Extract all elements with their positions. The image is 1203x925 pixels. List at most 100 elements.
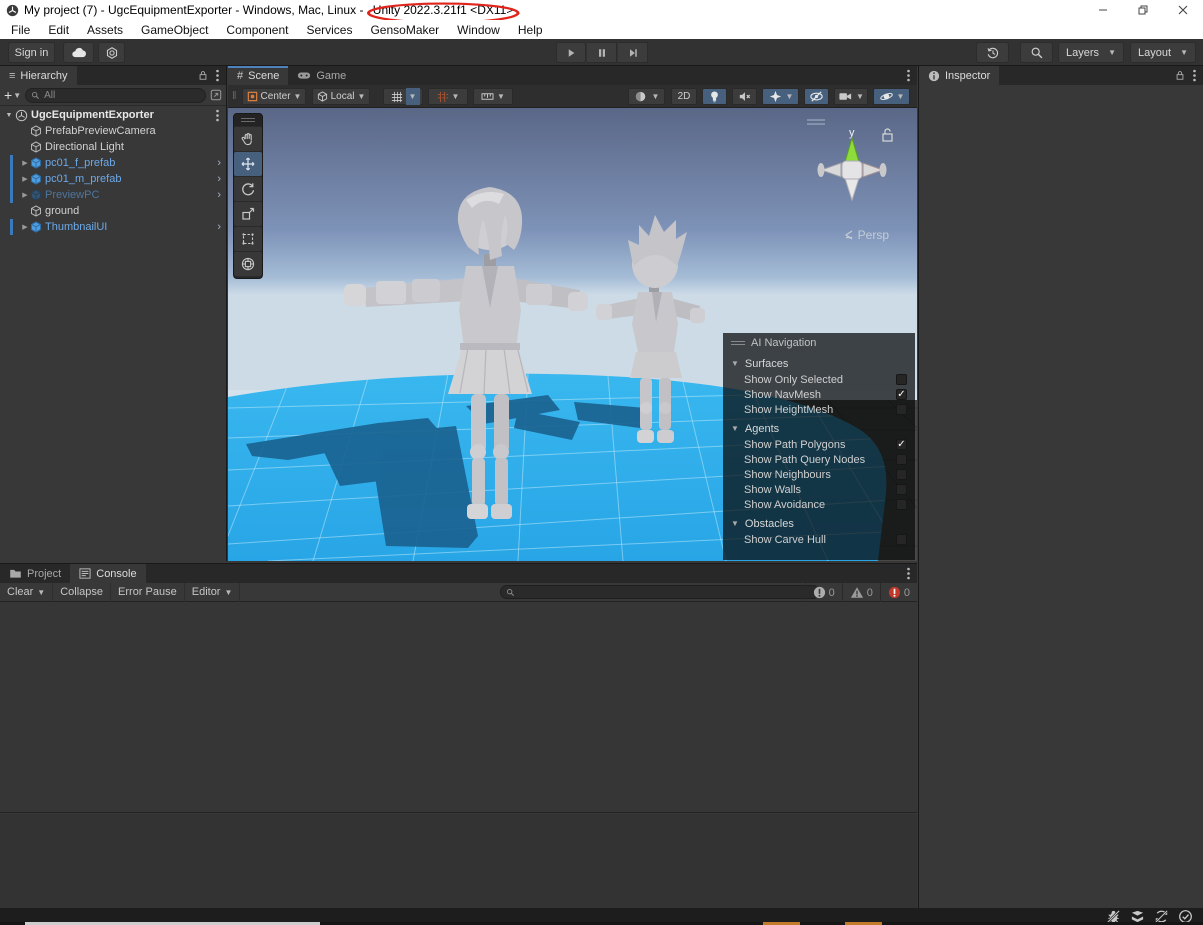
checkbox[interactable] xyxy=(896,534,907,545)
2d-toggle-button[interactable]: 2D xyxy=(671,88,697,105)
search-button[interactable] xyxy=(1020,42,1053,63)
prefab-open-arrow[interactable]: › xyxy=(217,189,221,201)
clear-button[interactable]: Clear▼ xyxy=(0,583,53,602)
kebab-menu-icon[interactable] xyxy=(1193,69,1196,82)
grid-snapping-toggle[interactable]: ▼ xyxy=(428,88,468,105)
grid-visibility-toggle[interactable]: ▼ xyxy=(383,88,423,105)
info-count-toggle[interactable]: 0 xyxy=(805,583,842,602)
menu-component[interactable]: Component xyxy=(217,20,297,39)
nav-option-show-navmesh[interactable]: Show NavMesh✓ xyxy=(723,387,915,402)
menu-window[interactable]: Window xyxy=(448,20,509,39)
pause-button[interactable] xyxy=(587,42,617,63)
hierarchy-search-input[interactable]: All xyxy=(25,88,206,103)
transform-tool-button[interactable] xyxy=(234,252,262,276)
rotate-tool-button[interactable] xyxy=(234,177,262,201)
lock-icon[interactable] xyxy=(1175,70,1185,81)
menu-help[interactable]: Help xyxy=(509,20,552,39)
checkbox[interactable]: ✓ xyxy=(896,439,907,450)
nav-option-show-path-polygons[interactable]: Show Path Polygons✓ xyxy=(723,437,915,452)
kebab-menu-icon[interactable] xyxy=(216,109,226,122)
foldout-arrow-icon[interactable]: ▼ xyxy=(4,112,14,119)
checkbox[interactable] xyxy=(896,454,907,465)
sign-in-button[interactable]: Sign in xyxy=(8,42,55,63)
increment-snap-dropdown[interactable]: ▼ xyxy=(473,88,513,105)
projection-mode-label[interactable]: Persp xyxy=(844,228,889,242)
services-button[interactable] xyxy=(98,42,125,63)
overlay-drag-handle[interactable] xyxy=(234,114,262,126)
menu-gensomaker[interactable]: GensoMaker xyxy=(361,20,448,39)
gizmos-button[interactable]: ▼ xyxy=(873,88,910,105)
checkbox[interactable] xyxy=(896,484,907,495)
overlay-drag-handle[interactable] xyxy=(731,341,745,345)
nav-option-show-avoidance[interactable]: Show Avoidance xyxy=(723,497,915,512)
minimize-button[interactable] xyxy=(1083,0,1123,20)
lighting-button[interactable] xyxy=(702,88,727,105)
scene-visibility-button[interactable] xyxy=(804,88,829,105)
tab-project[interactable]: Project xyxy=(0,564,70,583)
nav-section-surfaces[interactable]: ▼Surfaces xyxy=(723,355,915,372)
tab-inspector[interactable]: Inspector xyxy=(919,66,999,85)
tab-hierarchy[interactable]: ≡ Hierarchy xyxy=(0,66,77,85)
nav-option-show-path-query-nodes[interactable]: Show Path Query Nodes xyxy=(723,452,915,467)
tool-handle-rotation-dropdown[interactable]: Local▼ xyxy=(312,88,370,105)
effects-button[interactable]: ▼ xyxy=(762,88,799,105)
checkbox[interactable]: ✓ xyxy=(896,389,907,400)
close-button[interactable] xyxy=(1163,0,1203,20)
expand-arrow-icon[interactable]: ▶ xyxy=(20,191,30,199)
layout-dropdown[interactable]: Layout▼ xyxy=(1130,42,1196,63)
hierarchy-item-ground[interactable]: ground xyxy=(0,203,226,219)
nav-option-show-neighbours[interactable]: Show Neighbours xyxy=(723,467,915,482)
expand-arrow-icon[interactable]: ▶ xyxy=(20,223,30,231)
console-search-input[interactable] xyxy=(500,585,820,599)
audio-button[interactable] xyxy=(732,88,757,105)
prefab-open-arrow[interactable]: › xyxy=(217,157,221,169)
menu-file[interactable]: File xyxy=(2,20,39,39)
error-count-toggle[interactable]: 0 xyxy=(880,583,917,602)
menu-assets[interactable]: Assets xyxy=(78,20,132,39)
render-mode-button[interactable]: ▼ xyxy=(628,88,665,105)
menu-services[interactable]: Services xyxy=(297,20,361,39)
hierarchy-item-pc01_f_prefab[interactable]: ▶pc01_f_prefab› xyxy=(0,155,226,171)
prefab-open-arrow[interactable]: › xyxy=(217,221,221,233)
restore-button[interactable] xyxy=(1123,0,1163,20)
step-button[interactable] xyxy=(618,42,648,63)
undo-history-button[interactable] xyxy=(976,42,1009,63)
nav-option-show-carve-hull[interactable]: Show Carve Hull xyxy=(723,532,915,547)
camera-button[interactable]: ▼ xyxy=(834,88,868,105)
nav-section-obstacles[interactable]: ▼Obstacles xyxy=(723,515,915,532)
collapse-button[interactable]: Collapse xyxy=(53,583,111,602)
checkbox[interactable] xyxy=(896,469,907,480)
orientation-gizmo[interactable]: y xyxy=(807,118,897,218)
error-pause-button[interactable]: Error Pause xyxy=(111,583,185,602)
expand-arrow-icon[interactable]: ▶ xyxy=(20,175,30,183)
rect-tool-button[interactable] xyxy=(234,227,262,251)
hierarchy-item-thumbnailui[interactable]: ▶ThumbnailUI› xyxy=(0,219,226,235)
lock-icon[interactable] xyxy=(198,70,208,81)
tool-handle-pivot-dropdown[interactable]: Center▼ xyxy=(242,88,306,105)
expand-arrow-icon[interactable]: ▶ xyxy=(20,159,30,167)
kebab-menu-icon[interactable] xyxy=(216,69,219,82)
tab-scene[interactable]: # Scene xyxy=(228,66,288,85)
nav-option-show-only-selected[interactable]: Show Only Selected xyxy=(723,372,915,387)
kebab-menu-icon[interactable] xyxy=(907,567,910,580)
hierarchy-item-directional light[interactable]: Directional Light xyxy=(0,139,226,155)
tab-game[interactable]: Game xyxy=(288,66,355,85)
console-log-list[interactable] xyxy=(0,602,917,813)
editor-dropdown[interactable]: Editor▼ xyxy=(185,583,241,602)
chevron-down-icon[interactable]: ▼ xyxy=(406,88,420,105)
tab-console[interactable]: Console xyxy=(70,564,145,583)
menu-edit[interactable]: Edit xyxy=(39,20,78,39)
nav-section-agents[interactable]: ▼Agents xyxy=(723,420,915,437)
warning-count-toggle[interactable]: 0 xyxy=(842,583,880,602)
layers-dropdown[interactable]: Layers▼ xyxy=(1058,42,1124,63)
console-detail-area[interactable] xyxy=(0,814,917,908)
play-button[interactable] xyxy=(556,42,586,63)
create-add-button[interactable]: +▼ xyxy=(4,87,21,103)
checkbox[interactable] xyxy=(896,404,907,415)
scene-picker-icon[interactable] xyxy=(210,89,222,101)
move-tool-button[interactable] xyxy=(234,152,262,176)
checkbox[interactable] xyxy=(896,499,907,510)
prefab-open-arrow[interactable]: › xyxy=(217,173,221,185)
scale-tool-button[interactable] xyxy=(234,202,262,226)
scene-header-row[interactable]: ▼ UgcEquipmentExporter xyxy=(0,107,226,123)
